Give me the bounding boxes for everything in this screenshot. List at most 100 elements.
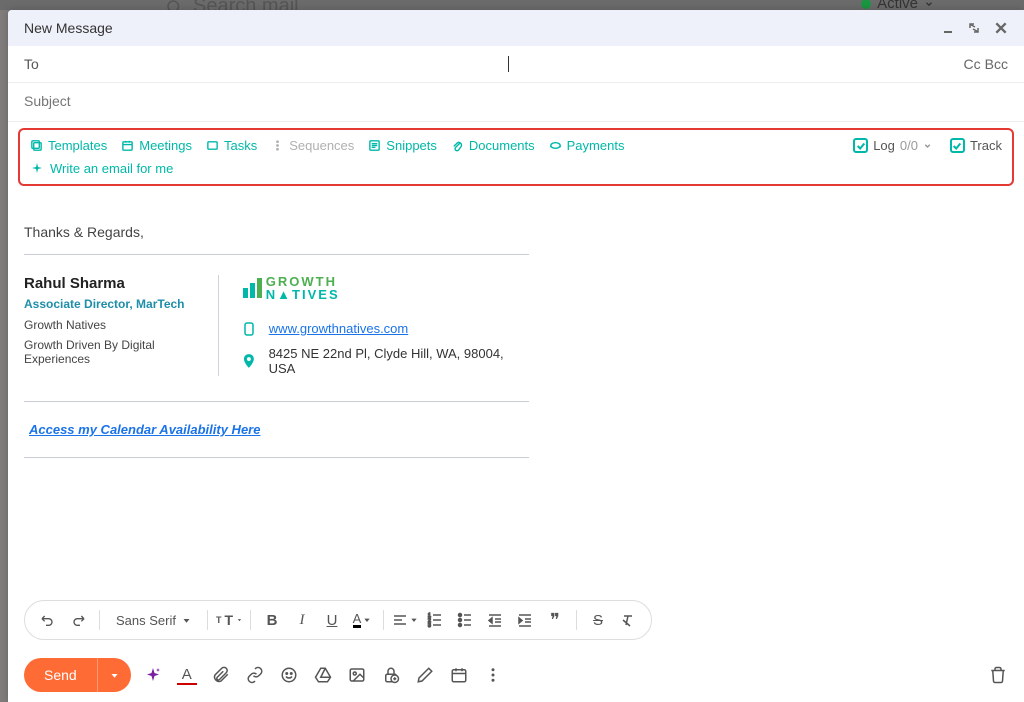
insert-image-button[interactable] [347,665,367,685]
indent-less-button[interactable] [482,607,508,633]
ordered-list-button[interactable]: 123 [422,607,448,633]
font-size-button[interactable]: TT [216,607,242,633]
meetings-button[interactable]: Meetings [121,138,192,153]
compose-title: New Message [24,20,113,36]
snippets-icon [368,139,381,152]
quote-button[interactable]: ❞ [542,607,568,633]
checkbox-icon [950,138,965,153]
sequences-icon [271,139,284,152]
chevron-down-icon [363,616,371,624]
hubspot-toolbar: Templates Meetings Tasks Sequences Snipp… [18,128,1014,186]
send-button[interactable]: Send [24,658,131,692]
bold-button[interactable]: B [259,607,285,633]
track-toggle[interactable]: Track [950,138,1002,153]
close-button[interactable] [994,21,1008,35]
emoji-icon [280,666,298,684]
clear-format-button[interactable] [615,607,641,633]
cursor [508,56,509,72]
meetings-label: Meetings [139,138,192,153]
lock-icon [382,666,400,684]
tasks-button[interactable]: Tasks [206,138,257,153]
tasks-icon [206,139,219,152]
svg-text:3: 3 [428,623,431,628]
bcc-button[interactable]: Bcc [985,56,1008,72]
bullet-list-button[interactable] [452,607,478,633]
documents-label: Documents [469,138,535,153]
insert-emoji-button[interactable] [279,665,299,685]
templates-label: Templates [48,138,107,153]
indent-less-icon [487,612,503,628]
undo-icon [40,612,56,628]
minimize-icon [942,22,954,34]
compose-header: New Message [8,10,1024,46]
redo-button[interactable] [65,607,91,633]
log-toggle[interactable]: Log 0/0 [853,138,932,153]
strikethrough-icon: S [593,612,603,629]
trash-icon [989,666,1007,684]
expand-icon [968,22,980,34]
payments-icon [549,139,562,152]
ordered-list-icon: 123 [427,612,443,628]
divider [24,457,529,458]
signature-company: Growth Natives [24,318,200,332]
ai-sparkle-button[interactable] [143,665,163,685]
schedule-send-button[interactable] [449,665,469,685]
phone-icon [243,322,255,336]
italic-button[interactable]: I [289,607,315,633]
email-body[interactable]: Thanks & Regards, Rahul Sharma Associate… [8,192,1024,600]
chevron-down-icon [924,0,934,9]
documents-button[interactable]: Documents [451,138,535,153]
text-color-button[interactable]: A [349,607,375,633]
send-more-button[interactable] [97,658,131,692]
sequences-label: Sequences [289,138,354,153]
website-link[interactable]: www.growthnatives.com [269,321,408,336]
underline-button[interactable]: U [319,607,345,633]
to-input[interactable] [51,56,506,72]
discard-button[interactable] [988,665,1008,685]
strikethrough-button[interactable]: S [585,607,611,633]
templates-icon [30,139,43,152]
to-label: To [24,56,39,72]
signature-block: Rahul Sharma Associate Director, MarTech… [24,275,529,376]
text-style-button[interactable]: A [177,665,197,685]
font-label: Sans Serif [116,613,176,628]
fullscreen-button[interactable] [968,22,980,34]
align-button[interactable] [392,607,418,633]
signature-address-row: 8425 NE 22nd Pl, Clyde Hill, WA, 98004, … [243,346,529,376]
calendar-icon [450,666,468,684]
insert-signature-button[interactable] [415,665,435,685]
subject-row [8,83,1024,122]
compose-window: New Message To Cc Bcc [8,10,1024,702]
confidential-button[interactable] [381,665,401,685]
payments-button[interactable]: Payments [549,138,625,153]
signature-address: 8425 NE 22nd Pl, Clyde Hill, WA, 98004, … [269,346,529,376]
indent-more-icon [517,612,533,628]
ai-write-button[interactable]: Write an email for me [30,161,1002,176]
subject-input[interactable] [24,93,1008,109]
snippets-button[interactable]: Snippets [368,138,437,153]
signature-name: Rahul Sharma [24,275,200,292]
insert-link-button[interactable] [245,665,265,685]
track-label: Track [970,138,1002,153]
chevron-down-icon [182,616,191,625]
pen-icon [416,666,434,684]
clear-format-icon [620,612,636,628]
more-options-button[interactable] [483,665,503,685]
link-icon [246,666,264,684]
minimize-button[interactable] [942,22,954,34]
templates-button[interactable]: Templates [30,138,107,153]
chevron-down-icon [410,616,418,624]
image-icon [348,666,366,684]
undo-button[interactable] [35,607,61,633]
align-icon [392,612,408,628]
calendar-link[interactable]: Access my Calendar Availability Here [29,422,1008,437]
indent-more-button[interactable] [512,607,538,633]
insert-drive-button[interactable] [313,665,333,685]
cc-button[interactable]: Cc [964,56,981,72]
log-count: 0/0 [900,138,918,153]
attach-file-button[interactable] [211,665,231,685]
font-selector[interactable]: Sans Serif [108,609,199,632]
log-label: Log [873,138,895,153]
send-label: Send [24,658,97,692]
logo-text-natives: N▲TIVES [266,288,340,301]
